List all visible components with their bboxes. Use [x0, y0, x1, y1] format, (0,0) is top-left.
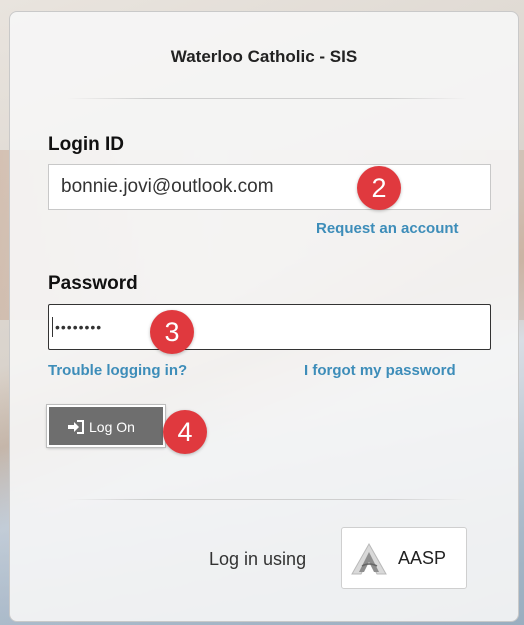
login-panel: Waterloo Catholic - SIS Login ID bonnie.… — [9, 11, 519, 622]
password-label: Password — [48, 273, 138, 294]
page-title: Waterloo Catholic - SIS — [170, 47, 358, 66]
aasp-logo-icon — [350, 542, 388, 581]
forgot-password-link[interactable]: I forgot my password — [304, 362, 456, 379]
log-in-using-label: Log in using — [209, 549, 307, 569]
password-input[interactable]: •••••••• — [48, 304, 491, 350]
log-on-button[interactable]: Log On — [47, 405, 165, 447]
text-caret — [52, 317, 53, 337]
sign-in-icon — [68, 420, 84, 437]
aasp-label: AASP — [398, 548, 447, 568]
log-on-label: Log On — [89, 419, 135, 435]
request-account-link[interactable]: Request an account — [316, 220, 459, 237]
trouble-logging-in-link[interactable]: Trouble logging in? — [48, 362, 187, 379]
step-badge-3: 3 — [150, 310, 194, 354]
login-id-input[interactable]: bonnie.jovi@outlook.com — [48, 164, 491, 210]
bottom-divider — [67, 499, 467, 500]
login-id-value: bonnie.jovi@outlook.com — [61, 176, 274, 197]
title-divider — [67, 98, 467, 99]
login-id-label: Login ID — [48, 134, 124, 155]
password-masked-value: •••••••• — [55, 319, 103, 335]
step-badge-4: 4 — [163, 410, 207, 454]
aasp-login-button[interactable]: AASP — [341, 527, 467, 589]
step-badge-2: 2 — [357, 166, 401, 210]
